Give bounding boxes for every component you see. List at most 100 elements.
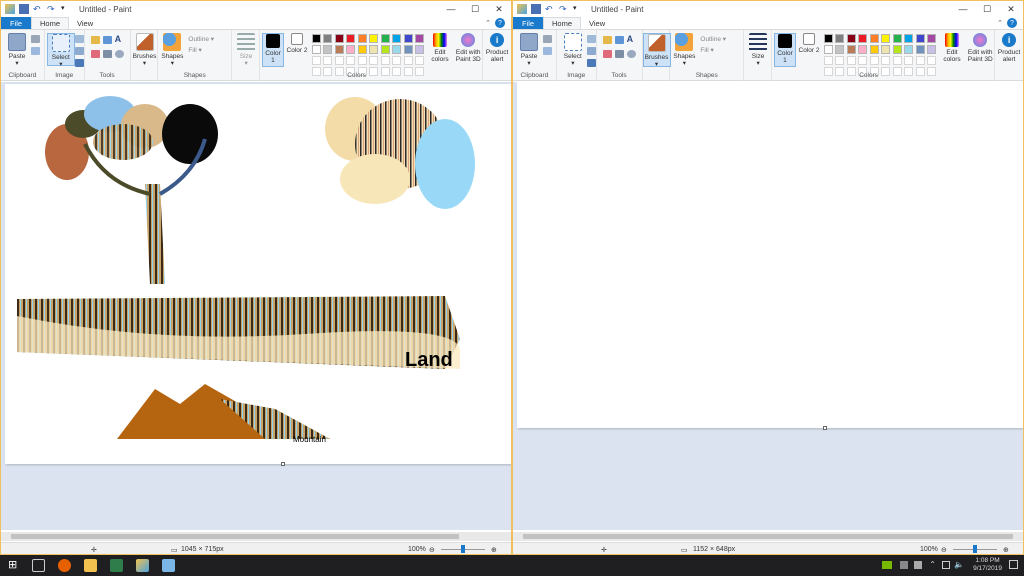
palette-swatch[interactable] bbox=[381, 45, 390, 54]
firefox-icon[interactable] bbox=[58, 559, 71, 572]
palette-swatch[interactable] bbox=[858, 56, 867, 65]
tray-icon[interactable] bbox=[914, 561, 922, 569]
start-icon[interactable]: ⊞ bbox=[8, 559, 21, 572]
copy-icon[interactable] bbox=[31, 47, 40, 55]
color2-button[interactable]: Color 2 bbox=[798, 33, 820, 54]
close-button[interactable]: ✕ bbox=[999, 1, 1023, 17]
palette-swatch[interactable] bbox=[870, 45, 879, 54]
palette-swatch[interactable] bbox=[358, 56, 367, 65]
notifications-icon[interactable] bbox=[1009, 560, 1018, 569]
canvas-area[interactable]: Land Mountain bbox=[1, 82, 511, 530]
palette-swatch[interactable] bbox=[415, 56, 424, 65]
color-picker-icon[interactable] bbox=[103, 50, 112, 58]
scrollbar-thumb[interactable] bbox=[523, 534, 1013, 539]
shapes-button[interactable]: Shapes▾ bbox=[670, 33, 698, 67]
palette-swatch[interactable] bbox=[323, 45, 332, 54]
palette-swatch[interactable] bbox=[824, 45, 833, 54]
color-picker-icon[interactable] bbox=[615, 50, 624, 58]
canvas-resize-handle[interactable] bbox=[823, 426, 827, 430]
magnifier-icon[interactable] bbox=[115, 50, 124, 58]
palette-swatch[interactable] bbox=[323, 56, 332, 65]
color1-button[interactable]: Color 1 bbox=[774, 33, 796, 67]
undo-icon[interactable]: ↶ bbox=[545, 4, 555, 14]
palette-swatch[interactable] bbox=[335, 56, 344, 65]
product-alert-button[interactable]: i Product alert bbox=[483, 33, 511, 63]
tab-home[interactable]: Home bbox=[543, 17, 581, 29]
fill-dropdown[interactable]: Fill ▾ bbox=[188, 46, 201, 54]
drawing-canvas[interactable]: Land Mountain bbox=[5, 84, 511, 464]
palette-swatch[interactable] bbox=[835, 56, 844, 65]
palette-swatch[interactable] bbox=[904, 56, 913, 65]
palette-swatch[interactable] bbox=[847, 45, 856, 54]
collapse-ribbon-icon[interactable]: ⌃ bbox=[997, 19, 1003, 27]
palette-swatch[interactable] bbox=[858, 45, 867, 54]
brushes-button[interactable]: Brushes▾ bbox=[643, 33, 671, 67]
nvidia-icon[interactable] bbox=[882, 561, 892, 569]
zoom-in-button[interactable]: ⊕ bbox=[491, 546, 497, 554]
fill-dropdown[interactable]: Fill ▾ bbox=[700, 46, 713, 54]
help-icon[interactable]: ? bbox=[1007, 18, 1017, 28]
palette-swatch[interactable] bbox=[369, 45, 378, 54]
maximize-button[interactable]: ☐ bbox=[975, 1, 999, 17]
palette-swatch[interactable] bbox=[870, 34, 879, 43]
canvas-resize-handle[interactable] bbox=[281, 462, 285, 466]
outline-dropdown[interactable]: Outline ▾ bbox=[188, 35, 214, 43]
customize-quick-access-icon[interactable]: ▾ bbox=[61, 4, 71, 14]
paste-button[interactable]: Paste▾ bbox=[3, 33, 31, 67]
palette-swatch[interactable] bbox=[847, 56, 856, 65]
volume-icon[interactable]: 🔈 bbox=[954, 560, 964, 569]
help-icon[interactable]: ? bbox=[495, 18, 505, 28]
palette-swatch[interactable] bbox=[824, 34, 833, 43]
palette-swatch[interactable] bbox=[870, 56, 879, 65]
palette-swatch[interactable] bbox=[904, 34, 913, 43]
palette-swatch[interactable] bbox=[346, 34, 355, 43]
palette-swatch[interactable] bbox=[335, 34, 344, 43]
palette-swatch[interactable] bbox=[916, 34, 925, 43]
color1-button[interactable]: Color 1 bbox=[262, 33, 284, 67]
palette-swatch[interactable] bbox=[893, 56, 902, 65]
palette-swatch[interactable] bbox=[335, 45, 344, 54]
drawing-canvas[interactable] bbox=[517, 82, 1023, 428]
zoom-slider-thumb[interactable] bbox=[973, 545, 977, 553]
palette-swatch[interactable] bbox=[916, 56, 925, 65]
save-icon[interactable] bbox=[531, 4, 541, 14]
palette-swatch[interactable] bbox=[835, 34, 844, 43]
redo-icon[interactable]: ↷ bbox=[47, 4, 57, 14]
palette-swatch[interactable] bbox=[415, 45, 424, 54]
palette-swatch[interactable] bbox=[881, 34, 890, 43]
horizontal-scrollbar[interactable] bbox=[1, 532, 511, 541]
palette-swatch[interactable] bbox=[904, 45, 913, 54]
task-view-icon[interactable] bbox=[32, 559, 45, 572]
edit-paint3d-button[interactable]: Edit with Paint 3D bbox=[966, 33, 994, 63]
magnifier-icon[interactable] bbox=[627, 50, 636, 58]
text-icon[interactable]: A bbox=[115, 34, 122, 44]
outline-dropdown[interactable]: Outline ▾ bbox=[700, 35, 726, 43]
color2-button[interactable]: Color 2 bbox=[286, 33, 308, 54]
tab-home[interactable]: Home bbox=[31, 17, 69, 29]
collapse-ribbon-icon[interactable]: ⌃ bbox=[485, 19, 491, 27]
battery-icon[interactable] bbox=[942, 561, 950, 569]
save-icon[interactable] bbox=[19, 4, 29, 14]
zoom-out-button[interactable]: ⊖ bbox=[941, 546, 947, 554]
palette-swatch[interactable] bbox=[312, 34, 321, 43]
palette-swatch[interactable] bbox=[881, 45, 890, 54]
zoom-slider-thumb[interactable] bbox=[461, 545, 465, 553]
copy-icon[interactable] bbox=[543, 47, 552, 55]
zoom-out-button[interactable]: ⊖ bbox=[429, 546, 435, 554]
eraser-icon[interactable] bbox=[91, 50, 100, 58]
palette-swatch[interactable] bbox=[858, 34, 867, 43]
edit-colors-button[interactable]: Edit colors bbox=[940, 33, 964, 63]
resize-icon[interactable] bbox=[587, 47, 596, 55]
undo-icon[interactable]: ↶ bbox=[33, 4, 43, 14]
tray-icon[interactable] bbox=[900, 561, 908, 569]
chevron-up-icon[interactable]: ⌃ bbox=[929, 560, 936, 569]
horizontal-scrollbar[interactable] bbox=[513, 532, 1023, 541]
crop-icon[interactable] bbox=[75, 35, 84, 43]
edit-colors-button[interactable]: Edit colors bbox=[428, 33, 452, 63]
palette-swatch[interactable] bbox=[392, 45, 401, 54]
palette-swatch[interactable] bbox=[392, 56, 401, 65]
palette-swatch[interactable] bbox=[927, 56, 936, 65]
redo-icon[interactable]: ↷ bbox=[559, 4, 569, 14]
palette-swatch[interactable] bbox=[916, 45, 925, 54]
clock[interactable]: 1:08 PM 9/17/2019 bbox=[973, 557, 1002, 573]
